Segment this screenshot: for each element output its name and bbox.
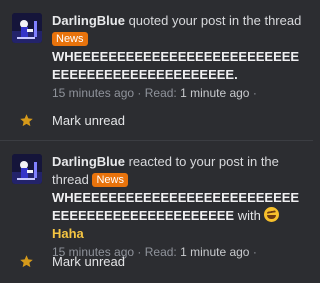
alert-text: DarlingBlue quoted your post in the thre… xyxy=(52,12,304,102)
alert-username[interactable]: DarlingBlue xyxy=(52,13,125,28)
alert-action-text: quoted your post in the thread xyxy=(124,13,302,28)
alert-item-quote[interactable]: DarlingBlue quoted your post in the thre… xyxy=(0,0,313,140)
read-time: 1 minute ago xyxy=(180,86,250,100)
read-label: Read: xyxy=(144,86,181,100)
reaction-label: Haha xyxy=(52,226,84,241)
alert-username[interactable]: DarlingBlue xyxy=(52,154,125,169)
mark-unread-link[interactable]: Mark unread xyxy=(52,112,125,130)
alert-meta: 15 minutes ago · Read: 1 minute ago · xyxy=(52,86,257,100)
mark-unread-row[interactable]: Mark unread xyxy=(0,111,313,131)
thread-prefix-badge: News xyxy=(52,32,88,46)
star-icon[interactable] xyxy=(19,113,34,128)
star-icon[interactable] xyxy=(19,254,34,269)
laughing-emoji-icon xyxy=(264,207,280,222)
meta-separator: · xyxy=(134,86,145,100)
mark-unread-link[interactable]: Mark unread xyxy=(52,253,125,271)
mark-unread-row[interactable]: Mark unread xyxy=(0,252,313,272)
alert-item-reaction[interactable]: DarlingBlue reacted to your post in the … xyxy=(0,141,313,283)
alert-post-title[interactable]: WHEEEEEEEEEEEEEEEEEEEEEEEEEEEEEEEEEEEEEE… xyxy=(52,49,299,82)
meta-separator: · xyxy=(249,86,257,100)
avatar[interactable] xyxy=(12,154,42,184)
avatar[interactable] xyxy=(12,13,42,43)
alert-time: 15 minutes ago xyxy=(52,86,135,100)
thread-prefix-badge: News xyxy=(92,173,128,187)
alert-with-text: with xyxy=(234,208,265,223)
alert-text: DarlingBlue reacted to your post in the … xyxy=(52,153,304,261)
